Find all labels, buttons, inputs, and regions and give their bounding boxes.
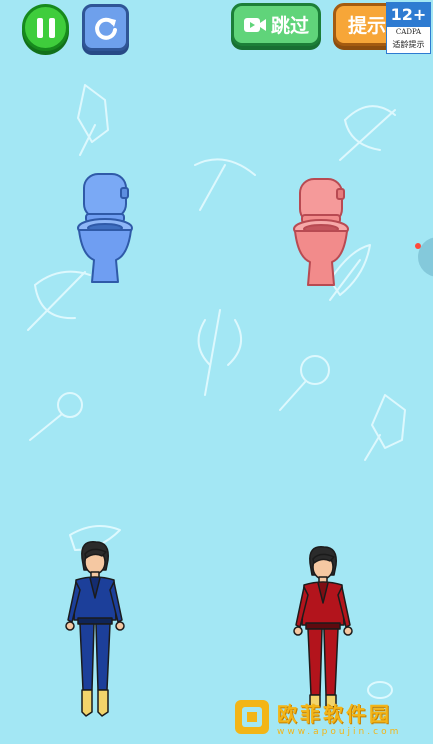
watermark: 欧菲软件园 www.apoujin.com [233,697,401,737]
restart-button[interactable] [82,4,129,51]
watermark-logo-icon [235,700,269,734]
age-rating: 12+ [387,3,430,27]
axe-doodle-2 [364,394,406,461]
pause-icon [36,17,55,38]
age-rating-org: CADPA [395,28,422,36]
axe-doodle [77,84,109,156]
woman-blue-suit[interactable] [62,540,128,718]
blue-toilet[interactable] [74,170,136,288]
skip-label: 跳过 [270,15,309,37]
watermark-url: www.apoujin.com [277,726,402,737]
double-axe-doodle [197,309,243,396]
watermark-title: 欧菲软件园 [277,701,392,726]
notification-dot [415,243,421,249]
pause-button[interactable] [22,4,69,51]
pink-toilet[interactable] [290,175,352,293]
restart-icon [94,17,117,40]
hint-label: 提示 [348,15,387,37]
magnifier-doodle [279,355,330,411]
age-rating-badge: 12+ CADPA 适龄提示 [386,2,431,54]
bow-doodle [339,105,396,161]
skip-button[interactable]: 跳过 [231,3,321,46]
pickaxe-doodle [194,158,256,211]
age-rating-caption: 适龄提示 [392,40,425,49]
woman-red-suit[interactable] [290,545,356,710]
key-doodle [29,392,83,441]
video-camera-icon [243,17,266,32]
ring-doodle [367,681,393,699]
